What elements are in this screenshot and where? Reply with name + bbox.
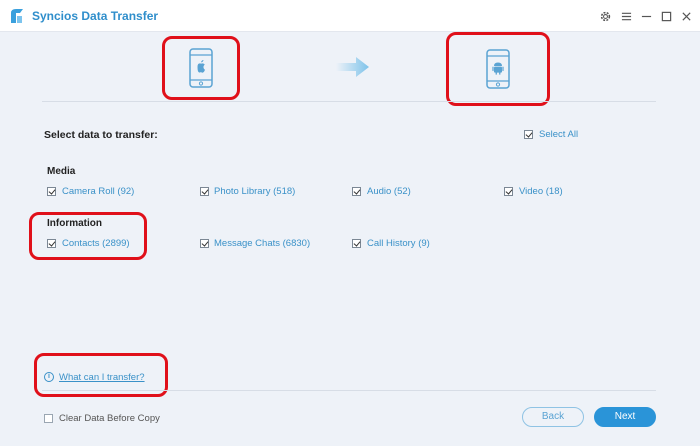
select-all-checkbox[interactable]: [524, 130, 533, 139]
minimize-icon[interactable]: [636, 6, 656, 26]
select-data-heading: Select data to transfer:: [44, 129, 158, 141]
menu-icon[interactable]: [616, 6, 636, 26]
call-history-label[interactable]: Call History (9): [367, 238, 430, 249]
clear-data-checkbox[interactable]: [44, 414, 53, 423]
information-section-title: Information: [47, 218, 102, 229]
source-device[interactable]: [162, 36, 240, 100]
syncios-logo-icon: [11, 9, 23, 23]
media-section-title: Media: [47, 166, 76, 177]
what-can-i-transfer-link[interactable]: What can I transfer?: [59, 372, 145, 383]
app-title: Syncios Data Transfer: [32, 9, 159, 23]
next-button[interactable]: Next: [594, 407, 656, 427]
photo-library-label[interactable]: Photo Library (518): [214, 186, 295, 197]
camera-roll-label[interactable]: Camera Roll (92): [62, 186, 134, 197]
close-icon[interactable]: [676, 6, 696, 26]
contacts-label[interactable]: Contacts (2899): [62, 238, 130, 249]
title-bar: Syncios Data Transfer: [0, 0, 700, 32]
iphone-apple-icon: [189, 48, 213, 88]
message-chats-label[interactable]: Message Chats (6830): [214, 238, 310, 249]
select-all-label[interactable]: Select All: [539, 129, 578, 140]
video-checkbox[interactable]: [504, 187, 513, 196]
maximize-icon[interactable]: [656, 6, 676, 26]
call-history-checkbox[interactable]: [352, 239, 361, 248]
target-device[interactable]: [446, 32, 550, 106]
camera-roll-checkbox[interactable]: [47, 187, 56, 196]
photo-library-checkbox[interactable]: [200, 187, 209, 196]
android-phone-icon: [486, 49, 510, 89]
clear-data-label[interactable]: Clear Data Before Copy: [59, 413, 160, 424]
audio-label[interactable]: Audio (52): [367, 186, 411, 197]
back-button[interactable]: Back: [522, 407, 584, 427]
audio-checkbox[interactable]: [352, 187, 361, 196]
video-label[interactable]: Video (18): [519, 186, 563, 197]
bottom-divider: [42, 390, 656, 391]
message-chats-checkbox[interactable]: [200, 239, 209, 248]
settings-gear-icon[interactable]: [595, 6, 615, 26]
transfer-arrow-icon: [336, 57, 369, 77]
contacts-checkbox[interactable]: [47, 239, 56, 248]
top-divider: [42, 101, 656, 102]
info-icon: i: [44, 372, 54, 382]
